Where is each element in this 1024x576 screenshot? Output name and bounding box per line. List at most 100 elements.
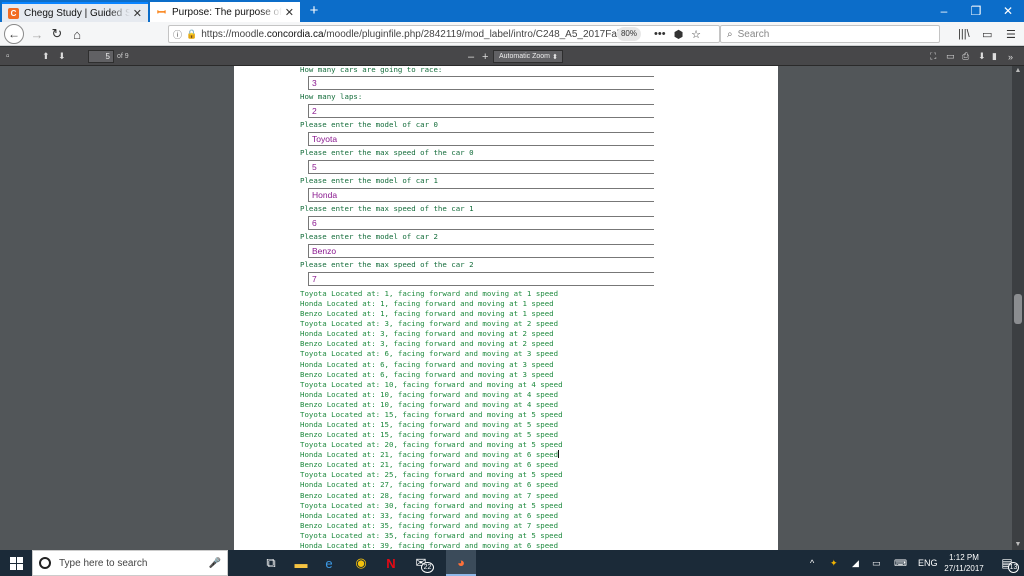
bookmark-icon[interactable]: ▮ [992, 50, 997, 63]
page-number-input[interactable]: 5 [88, 50, 114, 63]
output-line-text: Honda Located at: 1, facing forward and … [300, 299, 554, 309]
clock-date: 27/11/2017 [944, 564, 984, 573]
previous-page-icon[interactable]: ⬆ [42, 50, 50, 63]
console-answer-box: 7 [308, 272, 654, 286]
output-line: Honda Located at: 15, facing forward and… [300, 420, 654, 430]
output-line-text: Honda Located at: 15, facing forward and… [300, 420, 559, 430]
console-prompt: Please enter the max speed of the car 1 [300, 204, 474, 213]
zoom-out-button[interactable]: – [468, 50, 474, 63]
pdf-viewport[interactable]: How many cars are going to race: 3 How man… [0, 66, 1012, 550]
cortana-icon [39, 557, 51, 569]
presentation-mode-icon[interactable]: ⛶ [930, 50, 936, 63]
zoom-in-button[interactable]: + [482, 50, 488, 63]
taskbar-search-input[interactable]: Type here to search 🎤 [32, 550, 228, 576]
tray-chevron-icon[interactable]: ^ [810, 550, 814, 576]
microphone-icon[interactable]: 🎤 [209, 558, 221, 569]
sidebar-icon[interactable]: ▭ [982, 25, 992, 43]
output-line: Honda Located at: 33, facing forward and… [300, 511, 654, 521]
home-button[interactable]: ⌂ [68, 25, 86, 43]
tab-close-icon[interactable]: ✕ [133, 7, 142, 20]
output-line: Benzo Located at: 10, facing forward and… [300, 400, 654, 410]
download-icon[interactable]: ⬇ [978, 50, 986, 63]
taskbar-app-file-explorer[interactable]: ▬ [286, 550, 316, 576]
library-icon[interactable]: |||\ [958, 25, 970, 43]
taskbar-app-netflix[interactable]: N [376, 550, 406, 576]
new-tab-button[interactable]: + [305, 2, 323, 20]
race-output: Toyota Located at: 1, facing forward and… [300, 289, 654, 550]
next-page-icon[interactable]: ⬇ [58, 50, 66, 63]
output-line-text: Toyota Located at: 25, facing forward an… [300, 470, 563, 480]
notification-count: 13 [1008, 562, 1019, 573]
output-line: Honda Located at: 39, facing forward and… [300, 541, 654, 550]
info-icon[interactable]: ⓘ [173, 28, 182, 41]
console-answer-box: 6 [308, 216, 654, 230]
output-line-text: Honda Located at: 3, facing forward and … [300, 329, 554, 339]
console-prompt: Please enter the model of car 2 [300, 232, 438, 241]
tab-close-icon[interactable]: ✕ [285, 6, 294, 19]
chrome-icon: ◉ [355, 555, 367, 570]
reload-button[interactable]: ↻ [48, 25, 66, 43]
search-icon: ⌕ [727, 28, 733, 40]
scroll-down-icon[interactable]: ▼ [1012, 540, 1024, 550]
output-line: Benzo Located at: 3, facing forward and … [300, 339, 654, 349]
scroll-up-icon[interactable]: ▲ [1012, 66, 1024, 76]
tab-assignment-pdf[interactable]: ꟷ Purpose: The purpose of this assignmen… [150, 2, 300, 22]
page-actions-icon[interactable]: ••• [654, 28, 666, 40]
taskbar-app-edge[interactable]: e [314, 550, 344, 576]
output-line-text: Honda Located at: 33, facing forward and… [300, 510, 559, 520]
taskbar-app-mail[interactable]: ✉ 22 [406, 550, 436, 576]
console-transcript: How many cars are going to race: 3 How man… [300, 66, 654, 550]
minimize-button[interactable]: – [928, 0, 960, 22]
output-line: Toyota Located at: 15, facing forward an… [300, 410, 654, 420]
edge-icon: e [325, 555, 333, 571]
output-line: Benzo Located at: 21, facing forward and… [300, 460, 654, 470]
open-file-icon[interactable]: ▭ [946, 50, 955, 63]
start-button[interactable] [0, 550, 32, 576]
tray-app-icon[interactable]: ✦ [830, 550, 838, 576]
tab-strip: C Chegg Study | Guided Solutions ✕ ꟷ Pur… [0, 0, 1024, 22]
output-line: Benzo Located at: 28, facing forward and… [300, 491, 654, 501]
file-explorer-icon: ▬ [294, 555, 308, 571]
taskbar-app-firefox[interactable]: ◕ [446, 550, 476, 576]
clock-time: 1:12 PM [949, 553, 979, 562]
print-icon[interactable]: ⎙ [962, 50, 969, 63]
scrollbar-thumb[interactable] [1014, 294, 1022, 324]
lock-icon: 🔒 [186, 28, 198, 39]
system-clock[interactable]: 1:12 PM 27/11/2017 [940, 550, 988, 576]
tab-chegg[interactable]: C Chegg Study | Guided Solutions ✕ [2, 2, 148, 22]
output-line: Honda Located at: 27, facing forward and… [300, 480, 654, 490]
zoom-indicator[interactable]: 80% [617, 27, 641, 41]
mail-badge: 22 [421, 562, 434, 573]
page-total: of 9 [117, 53, 129, 60]
taskbar-app-task-view[interactable]: ⧉ [256, 550, 286, 576]
output-line-text: Benzo Located at: 3, facing forward and … [300, 339, 554, 349]
battery-icon[interactable]: ▭ [872, 550, 881, 576]
sidebar-toggle-icon[interactable]: ▫ [6, 50, 10, 63]
tools-icon[interactable]: » [1008, 50, 1013, 63]
output-line-text: Honda Located at: 6, facing forward and … [300, 359, 554, 369]
network-icon[interactable]: ◢ [852, 550, 859, 576]
bookmark-star-icon[interactable]: ☆ [691, 28, 701, 41]
pocket-icon[interactable]: ⬢ [674, 28, 684, 41]
console-answer-box: 2 [308, 104, 654, 118]
restore-button[interactable]: ❐ [960, 0, 992, 22]
chevron-down-icon: ⬍ [552, 53, 558, 61]
vertical-scrollbar[interactable]: ▲ ▼ [1012, 66, 1024, 550]
back-button[interactable]: ← [4, 24, 24, 44]
output-line-text: Toyota Located at: 3, facing forward and… [300, 319, 559, 329]
zoom-select[interactable]: Automatic Zoom ⬍ [493, 50, 563, 63]
output-line: Toyota Located at: 3, facing forward and… [300, 319, 654, 329]
forward-button[interactable]: → [28, 25, 46, 43]
close-window-button[interactable]: ✕ [992, 0, 1024, 22]
keyboard-icon[interactable]: ⌨ [894, 550, 907, 576]
language-indicator[interactable]: ENG [918, 550, 938, 576]
moodle-icon: ꟷ [157, 6, 166, 19]
taskbar-search-placeholder: Type here to search [59, 557, 148, 569]
taskbar-app-chrome[interactable]: ◉ [346, 550, 376, 576]
console-answer-box: Toyota [308, 132, 654, 146]
menu-icon[interactable]: ☰ [1006, 25, 1016, 43]
search-input[interactable]: ⌕ Search [720, 25, 940, 43]
windows-taskbar: Type here to search 🎤 ⧉ ▬ e ◉ N ✉ 22 ◕ ^ ✦ ◢ ▭ … [0, 550, 1024, 576]
action-center-button[interactable]: ▤ 13 [992, 550, 1022, 576]
output-line-text: Toyota Located at: 6, facing forward and… [300, 349, 559, 359]
